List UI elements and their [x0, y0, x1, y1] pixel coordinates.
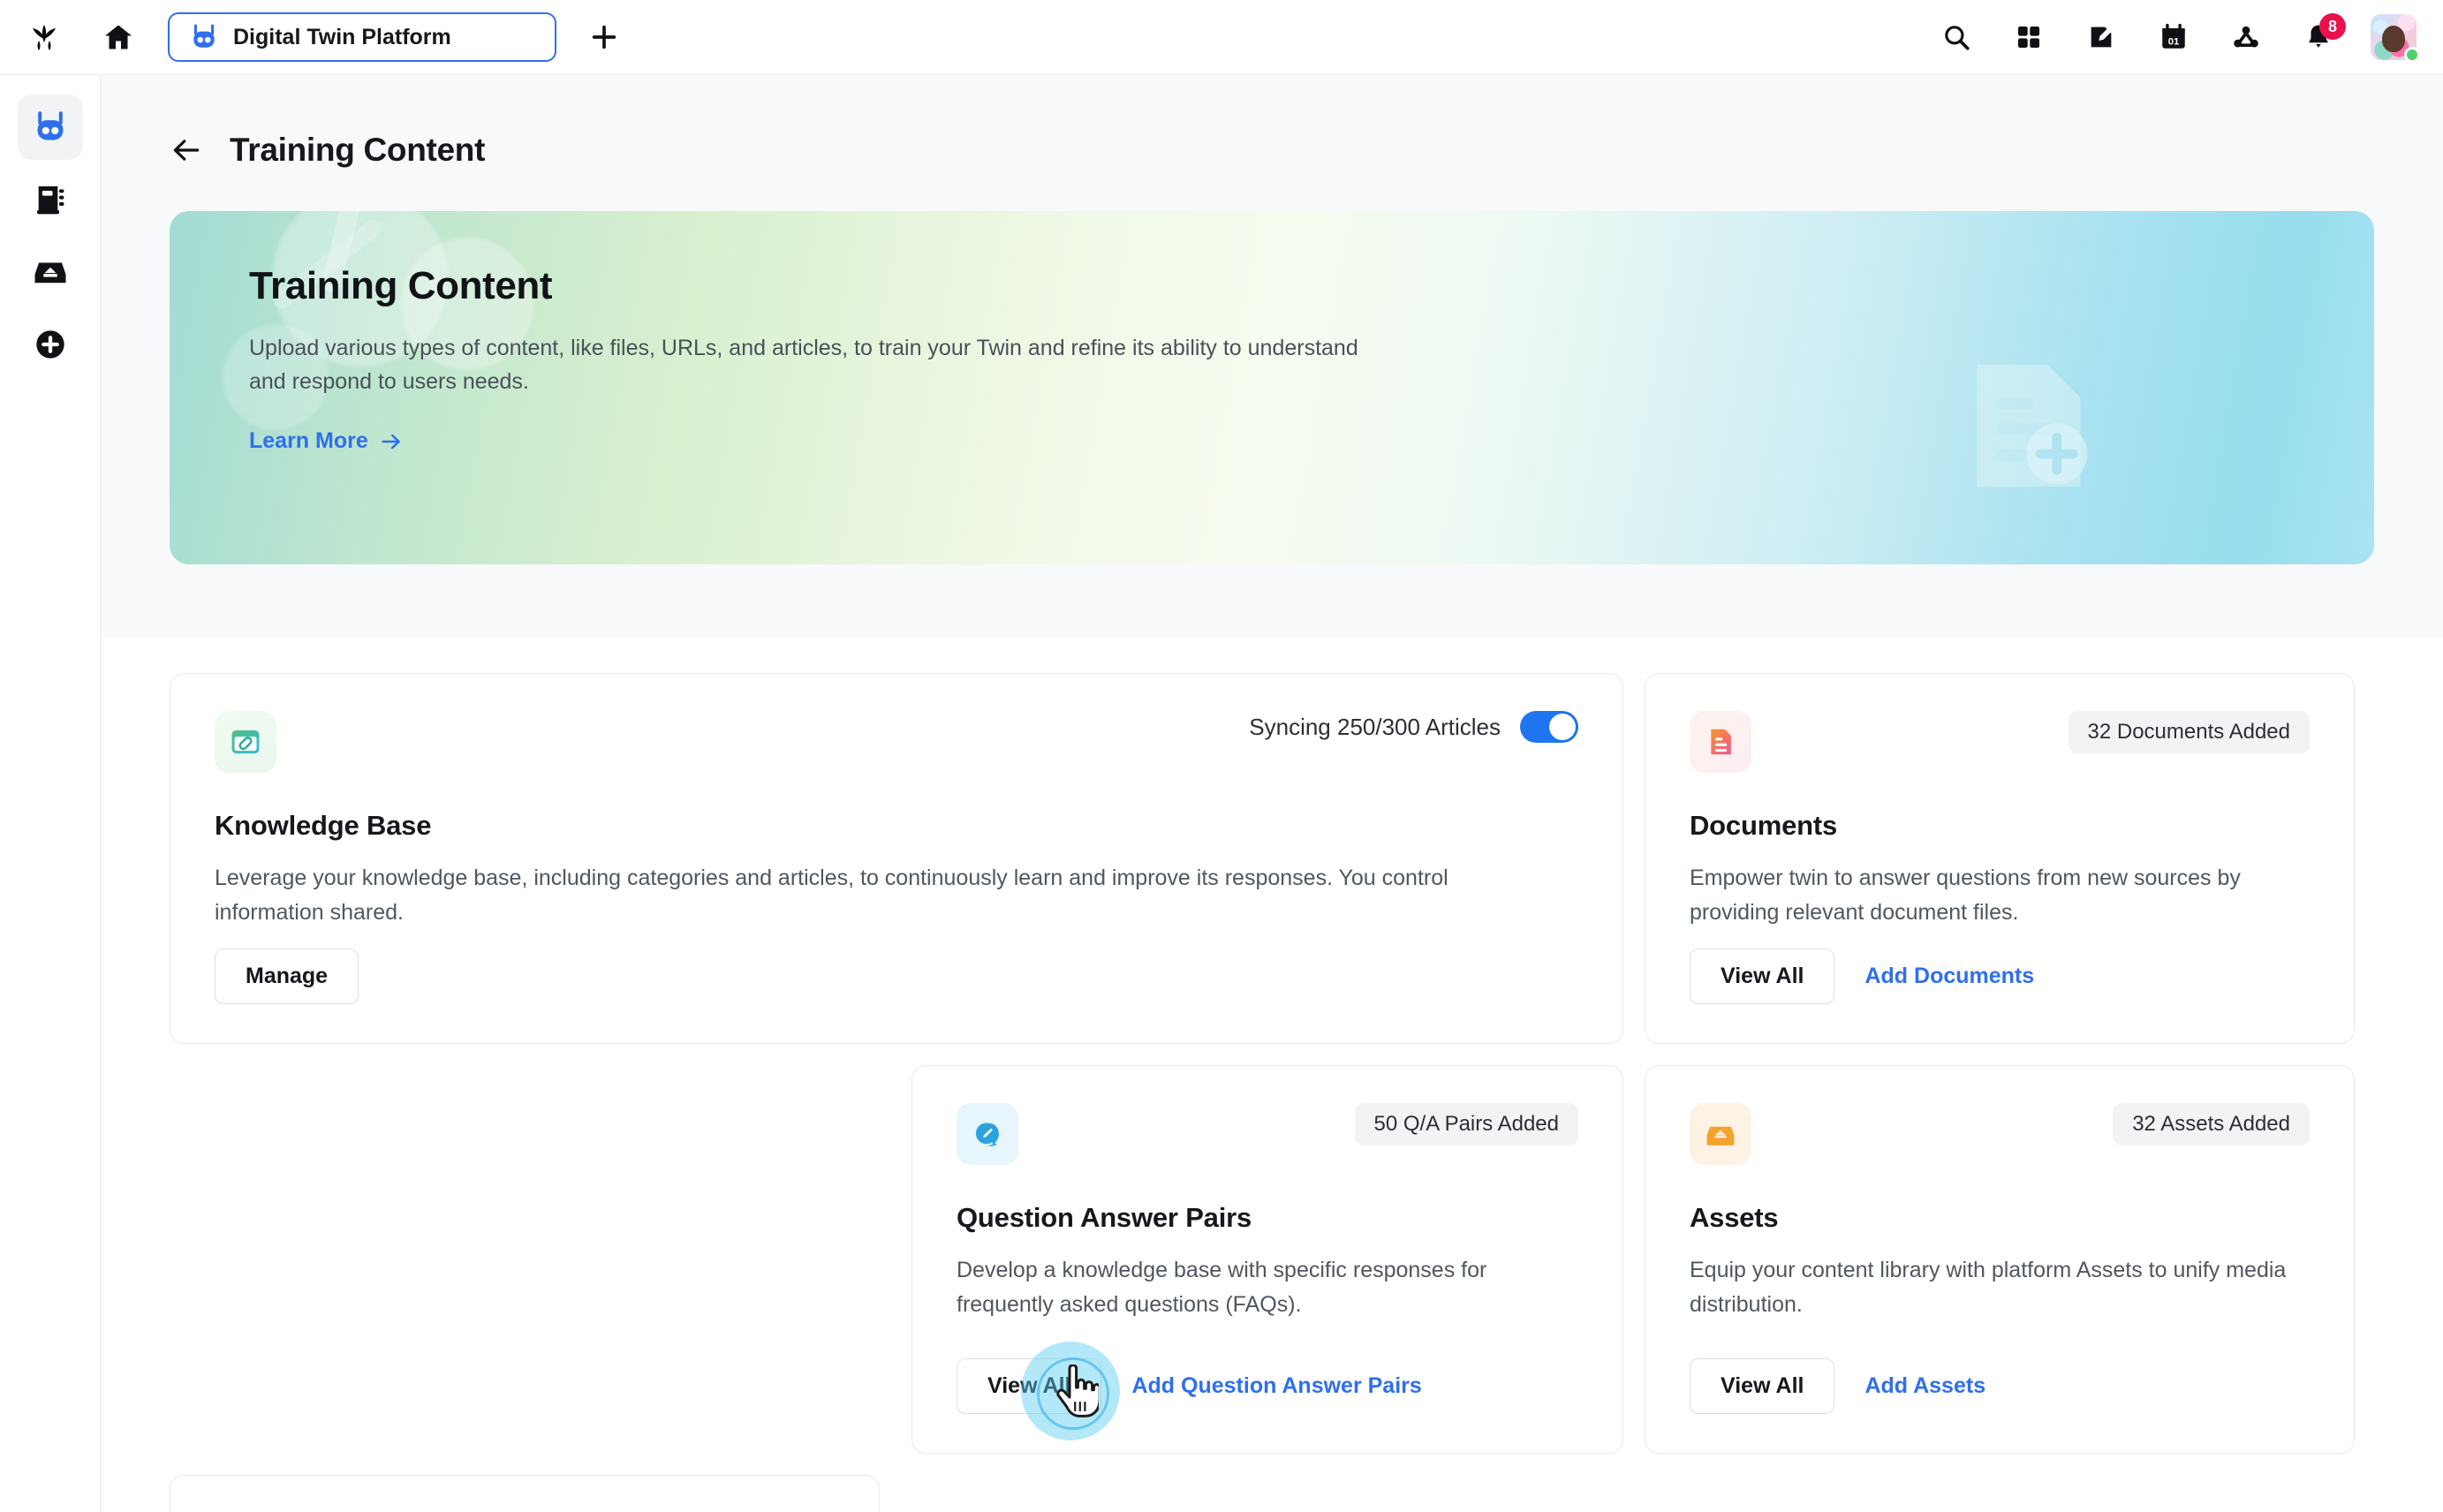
avatar-face — [2382, 26, 2405, 52]
compose-icon[interactable] — [2081, 17, 2122, 57]
card-actions: View All Add Assets — [1690, 1358, 1985, 1414]
document-icon — [1690, 711, 1751, 773]
notification-count-badge: 8 — [2319, 13, 2346, 40]
training-content-banner: Training Content Upload various types of… — [170, 211, 2374, 564]
knowledge-base-sync-toggle[interactable] — [1520, 711, 1578, 743]
card-title: Question Answer Pairs — [957, 1202, 1578, 1234]
sidebar-item-inbox[interactable] — [18, 239, 83, 305]
main-content: Training Content Training Content Upload… — [101, 75, 2443, 1512]
tab-digital-twin-platform[interactable]: Digital Twin Platform — [168, 12, 556, 62]
document-add-icon — [1954, 351, 2104, 505]
card-title: Knowledge Base — [215, 810, 1578, 842]
sprout-logo-icon[interactable] — [19, 12, 69, 62]
top-bar: Digital Twin Platform — [0, 0, 2443, 75]
online-status-dot — [2404, 47, 2420, 63]
apps-grid-icon[interactable] — [2008, 17, 2049, 57]
avatar[interactable] — [2371, 14, 2417, 60]
link-window-icon — [215, 711, 276, 773]
card-header: Syncing 250/300 Articles — [215, 711, 1578, 773]
card-description: Develop a knowledge base with specific r… — [957, 1253, 1578, 1322]
sidebar-item-twin[interactable] — [18, 94, 83, 160]
plus-circle-icon — [33, 327, 68, 362]
card-knowledge-base: Syncing 250/300 Articles Knowledge Base … — [170, 673, 1623, 1044]
card-header: 32 Documents Added — [1690, 711, 2310, 773]
search-icon[interactable] — [1936, 17, 1977, 57]
learn-more-label: Learn More — [249, 428, 368, 454]
sync-status-label: Syncing 250/300 Articles — [1249, 714, 1501, 741]
card-assets: 32 Assets Added Assets Equip your conten… — [1645, 1065, 2355, 1454]
add-documents-link[interactable]: Add Documents — [1864, 964, 2034, 989]
bot-icon — [32, 109, 69, 146]
sidebar — [0, 75, 101, 1512]
card-title: Documents — [1690, 810, 2310, 842]
topbar-actions: 01 8 — [1936, 14, 2417, 60]
card-description: Empower twin to answer questions from ne… — [1690, 861, 2310, 930]
card-header: 32 Assets Added — [1690, 1103, 2310, 1165]
add-question-answer-pairs-link[interactable]: Add Question Answer Pairs — [1131, 1373, 1421, 1399]
manage-button[interactable]: Manage — [215, 949, 359, 1004]
tab-label: Digital Twin Platform — [233, 25, 451, 50]
hero-zone: Training Content Training Content Upload… — [101, 75, 2443, 638]
community-icon[interactable] — [2226, 17, 2266, 57]
page-title: Training Content — [230, 132, 485, 169]
card-description: Leverage your knowledge base, including … — [215, 861, 1478, 930]
notebook-icon — [33, 182, 68, 217]
new-tab-plus-icon[interactable] — [585, 18, 624, 57]
card-question-answer-pairs: 50 Q/A Pairs Added Question Answer Pairs… — [911, 1065, 1623, 1454]
back-arrow-icon[interactable] — [170, 133, 203, 167]
learn-more-link[interactable]: Learn More — [249, 428, 404, 454]
documents-count-badge: 32 Documents Added — [2069, 711, 2311, 753]
sidebar-item-notebook[interactable] — [18, 167, 83, 232]
asset-box-icon — [1690, 1103, 1751, 1165]
svg-text:01: 01 — [2168, 37, 2180, 48]
inbox-icon — [32, 253, 69, 291]
documents-view-all-button[interactable]: View All — [1690, 949, 1834, 1004]
chat-pencil-icon — [957, 1103, 1018, 1165]
qa-view-all-button[interactable]: View All — [957, 1358, 1101, 1414]
card-websites-urls: 250 Websites Added Websites URLs Add you… — [170, 1475, 880, 1512]
banner-title: Training Content — [249, 264, 2374, 308]
toggle-knob — [1549, 714, 1576, 740]
qa-count-badge: 50 Q/A Pairs Added — [1355, 1103, 1578, 1145]
card-actions: View All Add Documents — [1690, 949, 2034, 1004]
page-header: Training Content — [170, 132, 2374, 169]
home-icon[interactable] — [94, 12, 143, 62]
calendar-icon[interactable]: 01 — [2153, 17, 2194, 57]
card-header: 50 Q/A Pairs Added — [957, 1103, 1578, 1165]
card-actions: Manage — [215, 949, 359, 1004]
card-description: Equip your content library with platform… — [1690, 1253, 2310, 1322]
card-actions: View All Add Question Answer Pairs — [957, 1358, 1422, 1414]
card-title: Assets — [1690, 1202, 2310, 1234]
sync-status: Syncing 250/300 Articles — [1249, 711, 1578, 743]
assets-count-badge: 32 Assets Added — [2113, 1103, 2310, 1145]
assets-view-all-button[interactable]: View All — [1690, 1358, 1834, 1414]
notifications-bell-icon[interactable]: 8 — [2298, 17, 2339, 57]
banner-description: Upload various types of content, like fi… — [249, 331, 1388, 398]
card-documents: 32 Documents Added Documents Empower twi… — [1645, 673, 2355, 1044]
training-content-cards: Syncing 250/300 Articles Knowledge Base … — [101, 638, 2443, 1512]
add-assets-link[interactable]: Add Assets — [1864, 1373, 1985, 1399]
bot-icon — [189, 22, 219, 52]
arrow-right-icon — [379, 429, 404, 454]
sidebar-item-add[interactable] — [18, 312, 83, 377]
